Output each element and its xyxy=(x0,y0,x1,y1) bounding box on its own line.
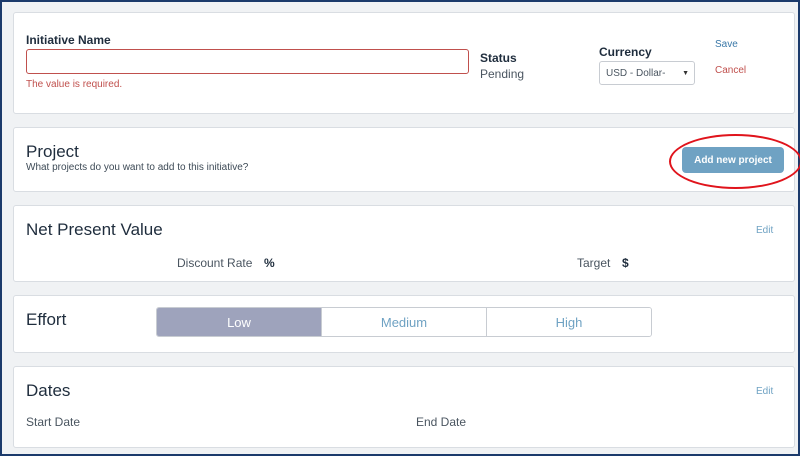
chevron-down-icon: ▼ xyxy=(682,70,689,77)
status-value: Pending xyxy=(480,67,525,81)
currency-selected-value: USD - Dollar- xyxy=(606,67,666,79)
npv-title: Net Present Value xyxy=(26,220,163,239)
save-link[interactable]: Save xyxy=(715,39,738,50)
effort-title: Effort xyxy=(26,310,67,329)
dates-card: Dates Edit Start Date End Date xyxy=(13,366,795,448)
effort-card: Effort Low Medium High xyxy=(13,295,795,353)
target-label: Target xyxy=(577,256,611,270)
add-new-project-button[interactable]: Add new project xyxy=(682,147,784,173)
app-frame: Initiative Name The value is required. S… xyxy=(0,0,800,456)
dates-title: Dates xyxy=(26,381,71,400)
effort-toggle-group: Low Medium High xyxy=(156,307,652,337)
initiative-name-error: The value is required. xyxy=(26,79,123,90)
project-title: Project xyxy=(26,142,79,161)
target-unit: $ xyxy=(622,256,629,270)
start-date-label: Start Date xyxy=(26,415,81,429)
npv-edit-link[interactable]: Edit xyxy=(756,225,773,236)
initiative-name-input[interactable] xyxy=(26,49,469,74)
project-card: Project What projects do you want to add… xyxy=(13,127,800,192)
dates-edit-link[interactable]: Edit xyxy=(756,386,773,397)
initiative-name-label: Initiative Name xyxy=(26,33,111,47)
cancel-link[interactable]: Cancel xyxy=(715,65,746,76)
discount-rate-label: Discount Rate xyxy=(177,256,253,270)
end-date-label: End Date xyxy=(416,415,467,429)
effort-option-medium[interactable]: Medium xyxy=(322,308,487,336)
discount-rate-unit: % xyxy=(264,256,275,270)
project-subtitle: What projects do you want to add to this… xyxy=(26,162,249,173)
effort-option-low[interactable]: Low xyxy=(157,308,322,336)
initiative-card: Initiative Name The value is required. S… xyxy=(13,12,795,114)
currency-select[interactable]: USD - Dollar- ▼ xyxy=(599,61,695,85)
status-label: Status xyxy=(480,51,517,65)
npv-card: Net Present Value Edit Discount Rate % T… xyxy=(13,205,795,282)
effort-option-high[interactable]: High xyxy=(487,308,651,336)
currency-label: Currency xyxy=(599,45,652,59)
